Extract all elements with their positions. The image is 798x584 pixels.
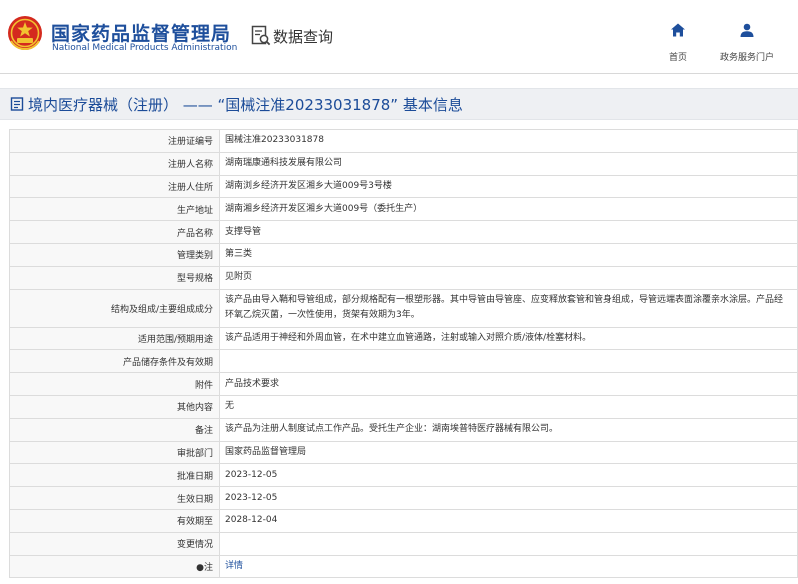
details-link[interactable]: 详情 <box>225 561 243 571</box>
table-row: 结构及组成/主要组成成分 该产品由导入鞘和导管组成，部分规格配有一根塑形器。其中导… <box>9 288 798 328</box>
field-value: 第三类 <box>219 242 798 267</box>
table-row: 注册人名称 湖南瑞康通科技发展有限公司 <box>9 151 798 176</box>
nav-home[interactable]: 首页 <box>643 22 713 63</box>
nav-portal-label: 政务服务门户 <box>719 53 774 63</box>
field-label: 管理类别 <box>9 242 220 267</box>
registration-info-table: 注册证编号 国械注准20233031878 注册人名称 湖南瑞康通科技发展有限公司 … <box>9 129 798 579</box>
brand-subtitle: National Medical Products Administration <box>52 43 238 53</box>
table-row: 审批部门 国家药品监督管理局 <box>9 440 798 465</box>
field-value: 2028-12-04 <box>219 508 798 533</box>
record-title-bar: 境内医疗器械（注册） —— “国械注准20233031878” 基本信息 <box>0 88 798 120</box>
nav-home-label: 首页 <box>668 53 687 63</box>
home-icon <box>671 23 685 37</box>
field-label: 备注 <box>9 417 220 442</box>
table-row: 有效期至 2028-12-04 <box>9 508 798 533</box>
table-row: 产品储存条件及有效期 <box>9 349 798 374</box>
table-row: 生效日期 2023-12-05 <box>9 486 798 510</box>
page-title: 境内医疗器械（注册） —— “国械注准20233031878” 基本信息 <box>28 95 463 114</box>
table-row: 生产地址 湖南湘乡经济开发区湘乡大道009号（委托生产） <box>9 197 798 222</box>
field-label: 批准日期 <box>9 463 220 488</box>
table-row: 批准日期 2023-12-05 <box>9 463 798 488</box>
table-row: 附件 产品技术要求 <box>9 372 798 396</box>
field-value: 产品技术要求 <box>219 372 798 396</box>
field-label: 生产地址 <box>9 197 220 222</box>
data-query-link[interactable]: 数据查询 <box>251 25 333 47</box>
field-label: 附件 <box>9 372 220 396</box>
field-label: 有效期至 <box>9 508 220 533</box>
table-row: 变更情况 <box>9 531 798 556</box>
brand-title[interactable]: 国家药品监督管理局 <box>51 19 231 46</box>
document-icon <box>10 97 24 111</box>
field-value: 国械注准20233031878 <box>219 129 798 153</box>
field-value <box>219 349 798 374</box>
field-label: 型号规格 <box>9 265 220 290</box>
field-value: 湖南湘乡经济开发区湘乡大道009号（委托生产） <box>219 197 798 222</box>
national-emblem-icon <box>8 16 42 51</box>
table-row: 适用范围/预期用途 该产品适用于神经和外周血管，在术中建立血管通路，注射或输入对照… <box>9 326 798 351</box>
field-label: 生效日期 <box>9 486 220 510</box>
field-value: 2023-12-05 <box>219 463 798 488</box>
field-label: 适用范围/预期用途 <box>9 326 220 351</box>
field-label: 变更情况 <box>9 531 220 556</box>
field-label: 其他内容 <box>9 394 220 419</box>
field-value: 支撑导管 <box>219 220 798 244</box>
field-label: 注册证编号 <box>9 129 220 153</box>
field-label: 注册人住所 <box>9 174 220 199</box>
field-label: ●注 <box>9 554 220 579</box>
data-query-label: 数据查询 <box>273 27 334 46</box>
field-value: 湖南瑞康通科技发展有限公司 <box>219 151 798 176</box>
table-row: 型号规格 见附页 <box>9 265 798 290</box>
nav-gov-service-portal[interactable]: 政务服务门户 <box>712 22 782 63</box>
table-row: 备注 该产品为注册人制度试点工作产品。受托生产企业：湖南埃普特医疗器械有限公司。 <box>9 417 798 442</box>
table-row: 其他内容无 <box>9 394 798 419</box>
site-header: 国家药品监督管理局 National Medical Products Admi… <box>0 0 798 74</box>
table-row: 管理类别 第三类 <box>9 242 798 267</box>
field-value: 无 <box>219 394 798 419</box>
field-value: 见附页 <box>219 265 798 290</box>
document-search-icon <box>251 25 271 46</box>
field-label: 审批部门 <box>9 440 220 465</box>
table-row: 产品名称 支撑导管 <box>9 220 798 244</box>
field-label: 注册人名称 <box>9 151 220 176</box>
field-value <box>219 531 798 556</box>
field-value: 湖南浏乡经济开发区湘乡大道009号3号楼 <box>219 174 798 199</box>
field-label: 产品储存条件及有效期 <box>9 349 220 374</box>
field-label: 结构及组成/主要组成成分 <box>9 288 220 328</box>
field-value: 国家药品监督管理局 <box>219 440 798 465</box>
table-row: 注册人住所 湖南浏乡经济开发区湘乡大道009号3号楼 <box>9 174 798 199</box>
field-value: 2023-12-05 <box>219 486 798 510</box>
field-value: 该产品为注册人制度试点工作产品。受托生产企业：湖南埃普特医疗器械有限公司。 <box>219 417 798 442</box>
field-value: 详情 <box>219 554 798 579</box>
field-value: 该产品适用于神经和外周血管，在术中建立血管通路，注射或输入对照介质/液体/栓塞材… <box>219 326 798 351</box>
user-icon <box>740 23 754 37</box>
table-row: ●注 详情 <box>9 554 798 579</box>
field-value: 该产品由导入鞘和导管组成，部分规格配有一根塑形器。其中导管由导管座、应变释放套管… <box>219 288 798 328</box>
field-label: 产品名称 <box>9 220 220 244</box>
table-row: 注册证编号 国械注准20233031878 <box>9 129 798 153</box>
